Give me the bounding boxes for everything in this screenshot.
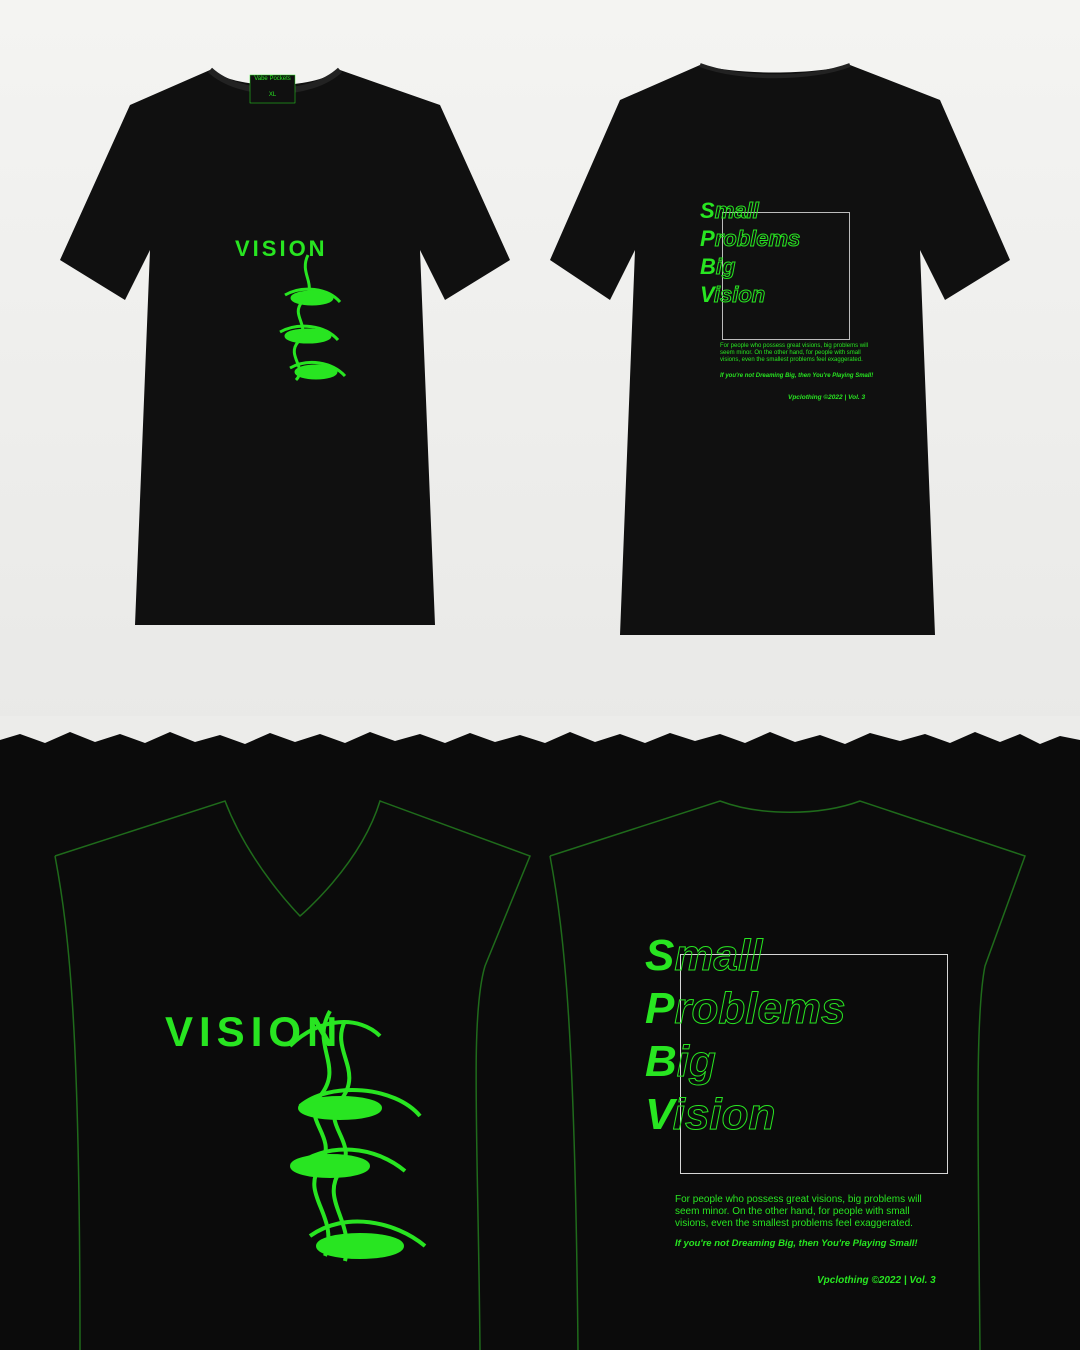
line-rest: ig bbox=[676, 1037, 716, 1087]
line-rest: ision bbox=[713, 282, 766, 308]
back-small-paragraph: For people who possess great visions, bi… bbox=[720, 343, 869, 364]
line-rest: ig bbox=[715, 254, 736, 280]
line-initial: P bbox=[645, 984, 675, 1033]
top-mockup-panel: Vabe Pockets XL VISION Small Problems Bi… bbox=[0, 0, 1080, 730]
neck-label-brand: Vabe Pockets bbox=[254, 76, 291, 82]
back-small-tagline: If you're not Dreaming Big, then You're … bbox=[720, 373, 874, 379]
closeup-vision-word: VISION bbox=[165, 1008, 344, 1055]
closeup-paragraph: For people who possess great visions, bi… bbox=[675, 1194, 922, 1229]
closeup-line-vision: Vision bbox=[645, 1090, 776, 1140]
back-small-line-problems: Problems bbox=[700, 226, 801, 252]
closeup-line-problems: Problems bbox=[645, 984, 846, 1034]
closeup-credit: Vpclothing ©2022 | Vol. 3 bbox=[817, 1275, 936, 1286]
line-initial: V bbox=[700, 282, 714, 307]
closeup-tagline: If you're not Dreaming Big, then You're … bbox=[675, 1238, 918, 1249]
back-small-credit: Vpclothing ©2022 | Vol. 3 bbox=[788, 394, 866, 401]
front-tshirt-mockup: Vabe Pockets XL VISION bbox=[40, 50, 510, 650]
front-vision-word: VISION bbox=[235, 236, 328, 261]
line-initial: V bbox=[645, 1090, 673, 1139]
line-rest: roblems bbox=[714, 226, 801, 252]
closeup-line-small: Small bbox=[645, 931, 763, 981]
back-tshirt-mockup: Small Problems Big Vision For people who… bbox=[540, 50, 1010, 650]
line-initial: S bbox=[645, 931, 675, 980]
line-initial: B bbox=[700, 254, 716, 279]
back-small-line-big: Big bbox=[700, 254, 736, 280]
back-small-line-small: Small bbox=[700, 198, 759, 224]
line-initial: B bbox=[645, 1037, 677, 1086]
closeup-panel: VISION Small Problems Big Vision For peo… bbox=[0, 716, 1080, 1350]
line-initial: S bbox=[700, 198, 715, 223]
line-initial: P bbox=[700, 226, 715, 251]
closeup-line-big: Big bbox=[645, 1037, 716, 1087]
back-small-line-vision: Vision bbox=[700, 282, 766, 308]
neck-label-size: XL bbox=[268, 92, 277, 98]
line-rest: roblems bbox=[674, 984, 846, 1034]
front-tshirt-shape bbox=[60, 67, 510, 625]
line-rest: mall bbox=[674, 931, 763, 981]
line-rest: mall bbox=[714, 198, 759, 224]
line-rest: ision bbox=[672, 1090, 776, 1140]
